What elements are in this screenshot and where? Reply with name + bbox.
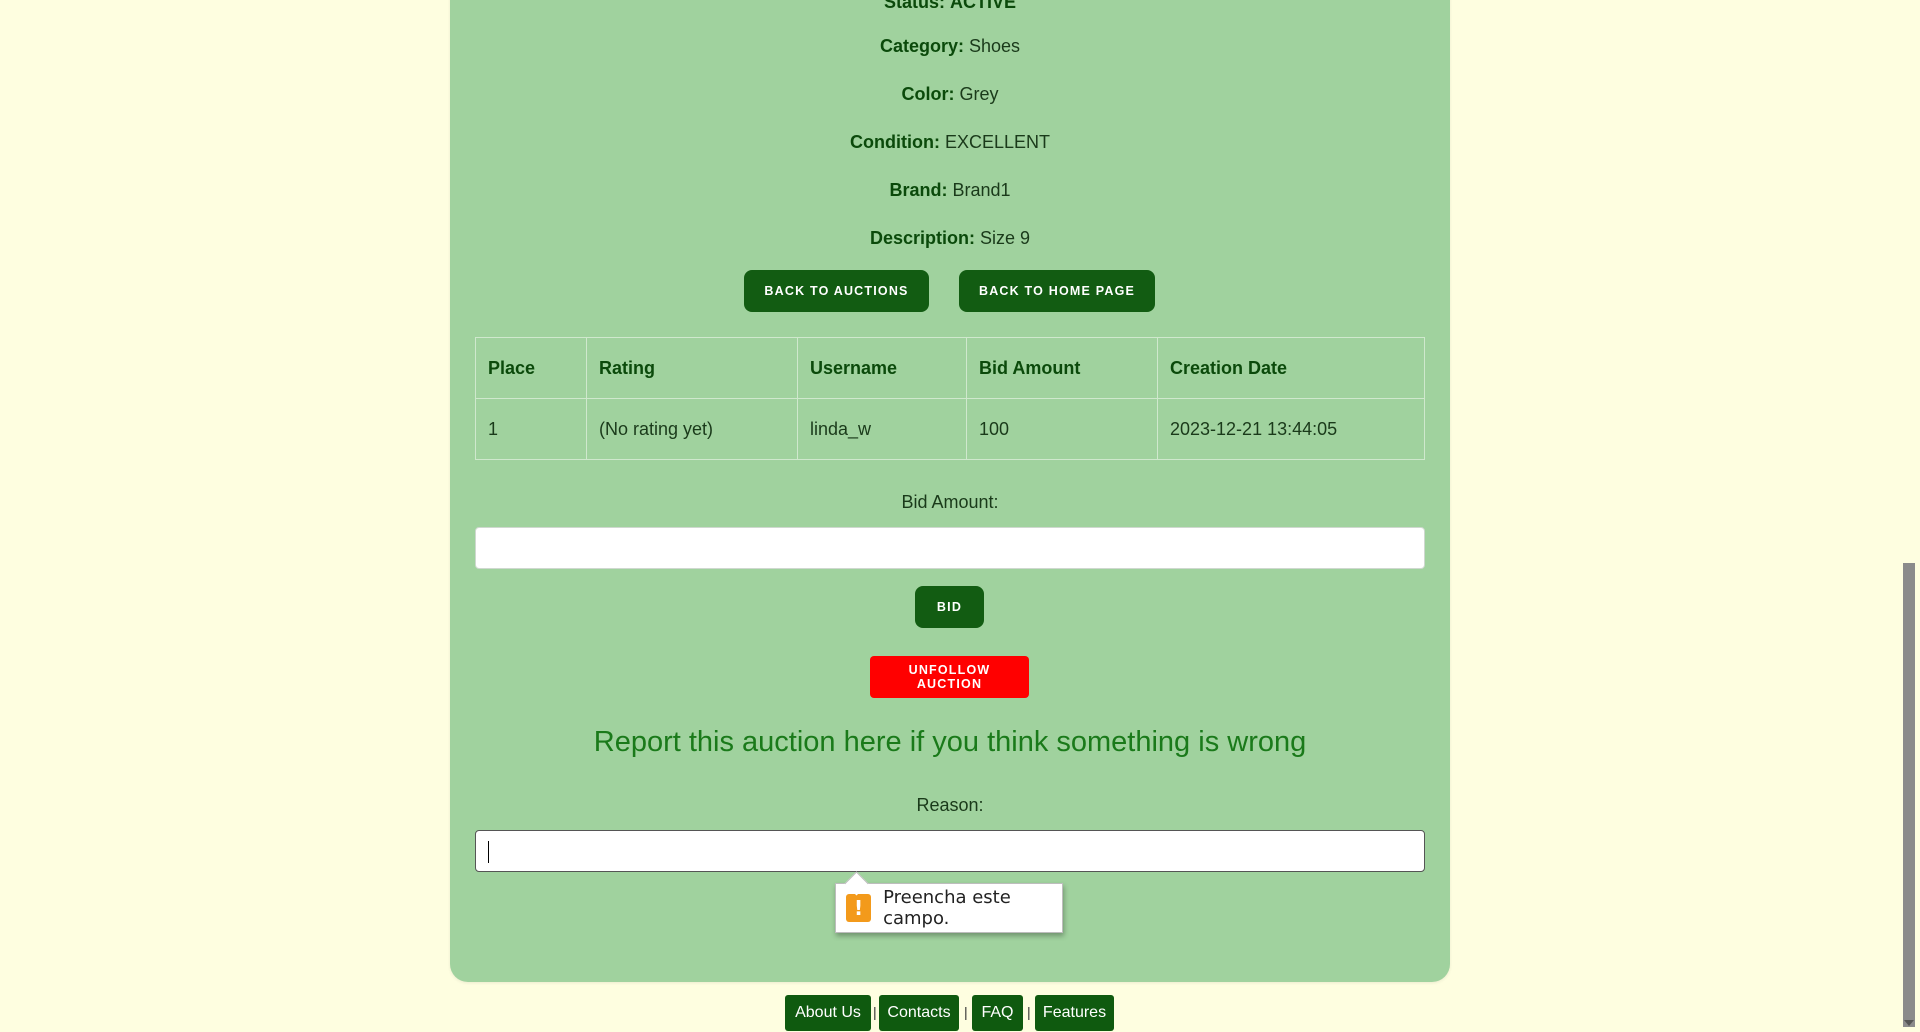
footer-link-faq[interactable]: FAQ xyxy=(972,995,1023,1031)
warning-icon: ! xyxy=(846,894,872,922)
color-value: Grey xyxy=(959,84,999,104)
footer-separator: | xyxy=(964,1004,968,1020)
bid-button[interactable]: Bid xyxy=(915,586,984,628)
validation-message: Preencha este campo. xyxy=(883,887,1011,929)
back-to-auctions-button[interactable]: Back to Auctions xyxy=(744,270,929,312)
brand-label: Brand: xyxy=(889,180,948,200)
scroll-down-arrow-icon[interactable] xyxy=(1904,1020,1914,1026)
bid-amount-input[interactable] xyxy=(475,527,1425,569)
footer-separator: | xyxy=(1027,1004,1031,1020)
reason-label: Reason: xyxy=(916,795,984,815)
color-field: Color: Grey xyxy=(450,84,1450,105)
column-header-rating: Rating xyxy=(586,337,798,399)
color-label: Color: xyxy=(901,84,955,104)
footer-link-contacts[interactable]: Contacts xyxy=(879,995,959,1031)
table-header-row: Place Rating Username Bid Amount Creatio… xyxy=(475,337,1425,399)
bids-table: Place Rating Username Bid Amount Creatio… xyxy=(475,337,1425,460)
reason-input[interactable] xyxy=(475,830,1425,872)
category-field: Category: Shoes xyxy=(450,36,1450,57)
footer-link-features[interactable]: Features xyxy=(1035,995,1114,1031)
description-field: Description: Size 9 xyxy=(450,228,1450,249)
cell-place: 1 xyxy=(475,398,587,460)
back-to-home-button[interactable]: Back to Home Page xyxy=(959,270,1155,312)
status-value: ACTIVE xyxy=(950,0,1017,12)
column-header-username: Username xyxy=(797,337,967,399)
report-title: Report this auction here if you think so… xyxy=(593,726,1307,758)
column-header-creation-date: Creation Date xyxy=(1157,337,1425,399)
brand-field: Brand: Brand1 xyxy=(450,180,1450,201)
status-field: Status: ACTIVE xyxy=(450,0,1450,13)
description-label: Description: xyxy=(869,228,975,248)
text-caret xyxy=(488,841,489,863)
cell-rating: (No rating yet) xyxy=(586,398,798,460)
condition-field: Condition: EXCELLENT xyxy=(450,132,1450,153)
condition-label: Condition: xyxy=(849,132,940,152)
cell-username: linda_w xyxy=(797,398,967,460)
condition-value: EXCELLENT xyxy=(944,132,1051,152)
footer-link-about-us[interactable]: About Us xyxy=(785,995,871,1031)
brand-value: Brand1 xyxy=(952,180,1011,200)
description-value: Size 9 xyxy=(980,228,1031,248)
bid-amount-label: Bid Amount: xyxy=(901,492,999,512)
cell-bid-amount: 100 xyxy=(966,398,1158,460)
column-header-place: Place xyxy=(475,337,587,399)
validation-tooltip: ! Preencha este campo. xyxy=(835,871,1063,933)
column-header-bid-amount: Bid Amount xyxy=(966,337,1158,399)
scrollbar-thumb[interactable] xyxy=(1903,563,1915,1027)
cell-creation-date: 2023-12-21 13:44:05 xyxy=(1157,398,1425,460)
table-row: 1 (No rating yet) linda_w 100 2023-12-21… xyxy=(475,398,1425,460)
category-value: Shoes xyxy=(968,36,1021,56)
unfollow-auction-button[interactable]: Unfollow Auction xyxy=(870,656,1029,698)
category-label: Category: xyxy=(879,36,964,56)
footer-separator: | xyxy=(873,1004,877,1020)
status-label: Status: xyxy=(883,0,945,12)
